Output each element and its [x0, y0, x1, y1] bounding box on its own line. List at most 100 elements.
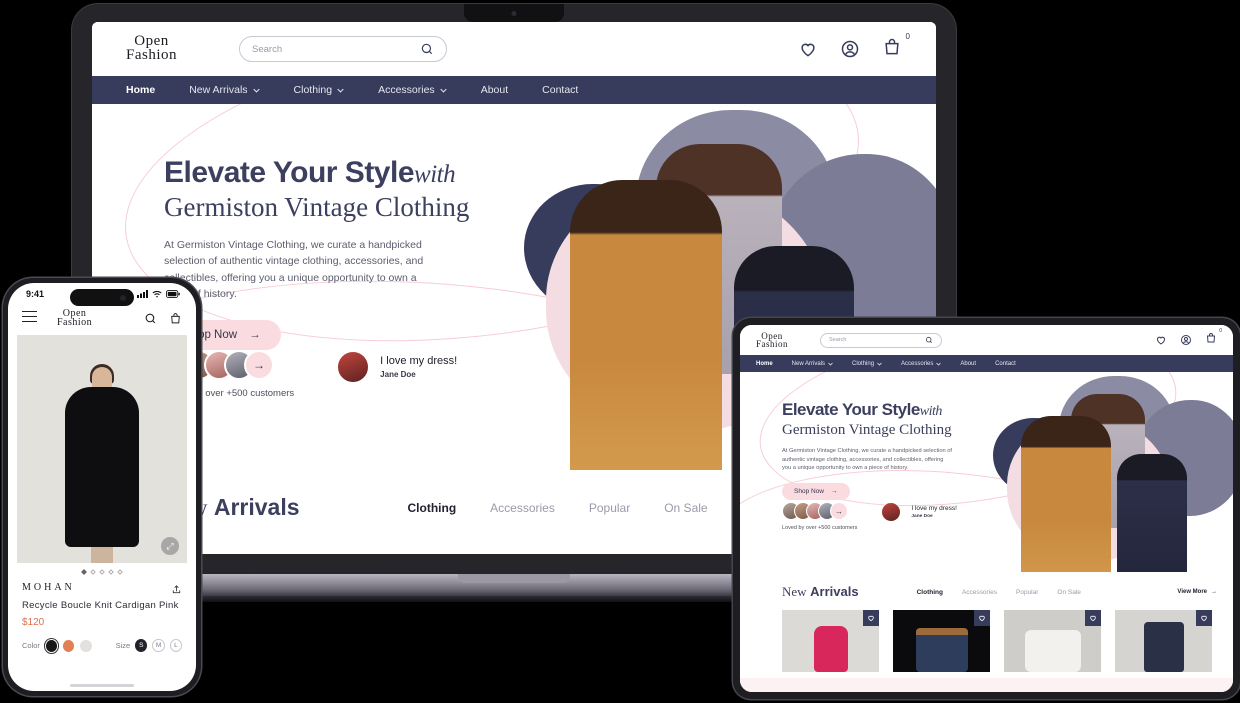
- hero-blob-group: [989, 372, 1233, 572]
- color-swatch-cream[interactable]: [80, 639, 92, 652]
- testimonial-author: Jane Doe: [380, 370, 416, 379]
- wishlist-button[interactable]: [1196, 610, 1212, 626]
- search-box[interactable]: [820, 332, 943, 348]
- chevron-down-icon: [440, 88, 447, 93]
- nav-item-new-arrivals[interactable]: New Arrivals: [189, 84, 260, 96]
- tab-accessories[interactable]: Accessories: [490, 501, 555, 515]
- arrivals-tabs: Clothing Accessories Popular On Sale: [917, 589, 1081, 596]
- cart-button[interactable]: 0: [882, 32, 910, 62]
- nav-item-home[interactable]: Home: [756, 361, 773, 367]
- model-coat: [65, 387, 139, 548]
- hamburger-menu-icon[interactable]: [22, 310, 37, 326]
- title-part2: Arrivals: [810, 584, 859, 599]
- product-card[interactable]: [1004, 610, 1101, 672]
- wishlist-button[interactable]: [1085, 610, 1101, 626]
- nav-item-home[interactable]: Home: [126, 84, 155, 96]
- search-input[interactable]: [829, 337, 920, 343]
- nav-item-contact[interactable]: Contact: [542, 84, 578, 96]
- product-card[interactable]: [782, 610, 879, 672]
- social-proof-text: Loved by over +500 customers: [782, 525, 858, 531]
- search-icon[interactable]: [144, 312, 157, 325]
- tab-clothing[interactable]: Clothing: [917, 589, 943, 596]
- laptop-camera-notch: [464, 4, 564, 22]
- size-label: Size: [115, 641, 131, 651]
- product-image-pink-blazer: [813, 626, 848, 672]
- nav-item-about[interactable]: About: [481, 84, 508, 96]
- phone-product-image[interactable]: ⤢: [17, 335, 187, 564]
- social-proof-block: → Loved by over +500 customers I love my…: [164, 350, 457, 399]
- view-more-button[interactable]: View More →: [1177, 589, 1217, 595]
- model-right: [1117, 454, 1187, 572]
- header-actions: 0: [1155, 328, 1222, 349]
- shop-now-button[interactable]: Shop Now →: [782, 482, 850, 500]
- brand-logo[interactable]: Open Fashion: [756, 331, 788, 349]
- nav-item-about[interactable]: About: [960, 361, 976, 367]
- chevron-down-icon: [337, 88, 344, 93]
- nav-item-accessories[interactable]: Accessories: [378, 84, 447, 96]
- carousel-dot[interactable]: [99, 569, 105, 576]
- tab-clothing[interactable]: Clothing: [408, 501, 457, 515]
- user-circle-icon[interactable]: [840, 39, 860, 59]
- nav-item-new-arrivals[interactable]: New Arrivals: [792, 361, 833, 367]
- tab-accessories[interactable]: Accessories: [962, 589, 997, 596]
- wishlist-button[interactable]: [863, 610, 879, 626]
- tab-popular[interactable]: Popular: [1016, 589, 1038, 596]
- user-circle-icon[interactable]: [1180, 334, 1192, 346]
- expand-icon[interactable]: ⤢: [161, 537, 179, 556]
- phone-frame: 9:41 Open Fashion ⤢ MOHAN Recycle Boucle…: [3, 278, 201, 696]
- color-swatch-orange[interactable]: [63, 639, 75, 652]
- testimonial-quote: I love my dress!: [911, 505, 957, 512]
- nav-label: About: [480, 84, 509, 96]
- tab-popular[interactable]: Popular: [589, 501, 630, 515]
- chevron-down-icon: [252, 88, 260, 93]
- hero-subheadline: Germiston Vintage Clothing: [782, 422, 952, 438]
- cart-button[interactable]: 0: [1205, 328, 1222, 349]
- tablet-mockup: Open Fashion Search 0 Home New Arrivals …: [733, 318, 1240, 699]
- header-bar: Open Fashion Search 0: [92, 22, 936, 76]
- arrow-right-icon: →: [253, 358, 265, 372]
- heart-icon[interactable]: [798, 39, 818, 59]
- nav-item-accessories[interactable]: Accessories: [901, 360, 942, 367]
- heart-icon[interactable]: [1155, 334, 1167, 346]
- carousel-dot[interactable]: [90, 569, 96, 576]
- carousel-dots[interactable]: [8, 563, 196, 578]
- product-card[interactable]: [1115, 610, 1212, 672]
- size-option-m[interactable]: M: [152, 639, 165, 653]
- avatar-next-button[interactable]: →: [244, 350, 274, 380]
- header-bar: Open Fashion Search 0: [740, 325, 1233, 355]
- nav-label: Accessories: [901, 360, 934, 367]
- tab-on-sale[interactable]: On Sale: [1057, 589, 1081, 596]
- nav-item-contact[interactable]: Contact: [995, 361, 1016, 367]
- heart-icon: [1089, 614, 1097, 622]
- hero-copy: Elevate Your Stylewith Germiston Vintage…: [164, 156, 534, 351]
- hero-headline: Elevate Your Stylewith: [782, 400, 1012, 420]
- phone-product-info: MOHAN Recycle Boucle Knit Cardigan Pink …: [8, 578, 196, 653]
- product-options: Color Size S M L: [22, 639, 183, 653]
- carousel-dot[interactable]: [117, 569, 123, 576]
- search-input[interactable]: [252, 43, 415, 55]
- tab-on-sale[interactable]: On Sale: [664, 501, 707, 515]
- carousel-dot[interactable]: [108, 569, 114, 576]
- size-option-s[interactable]: S: [135, 639, 148, 653]
- tablet-screen: Open Fashion Search 0 Home New Arrivals …: [740, 325, 1233, 692]
- wishlist-button[interactable]: [974, 610, 990, 626]
- product-card[interactable]: [893, 610, 990, 672]
- testimonial-avatar: [336, 350, 371, 384]
- phone-home-indicator: [70, 684, 134, 687]
- product-image-dark-jeans: [1143, 622, 1184, 672]
- customers-group: → Loved by over +500 customers: [782, 502, 857, 531]
- new-arrivals-header: New Arrivals Clothing Accessories Popula…: [740, 572, 1233, 600]
- color-swatch-black[interactable]: [45, 639, 58, 652]
- nav-item-clothing[interactable]: Clothing: [852, 361, 882, 367]
- shopping-bag-icon[interactable]: [169, 312, 182, 325]
- size-option-l[interactable]: L: [169, 639, 183, 653]
- share-icon[interactable]: [171, 582, 182, 594]
- brand-logo[interactable]: Open Fashion: [126, 34, 177, 63]
- brand-logo[interactable]: Open Fashion: [57, 308, 92, 327]
- search-box[interactable]: [239, 36, 448, 62]
- avatar-next-button[interactable]: →: [830, 502, 848, 520]
- nav-item-clothing[interactable]: Clothing: [294, 84, 345, 96]
- heart-icon: [867, 614, 875, 622]
- arrow-right-icon: →: [831, 487, 838, 495]
- carousel-dot[interactable]: [81, 569, 87, 576]
